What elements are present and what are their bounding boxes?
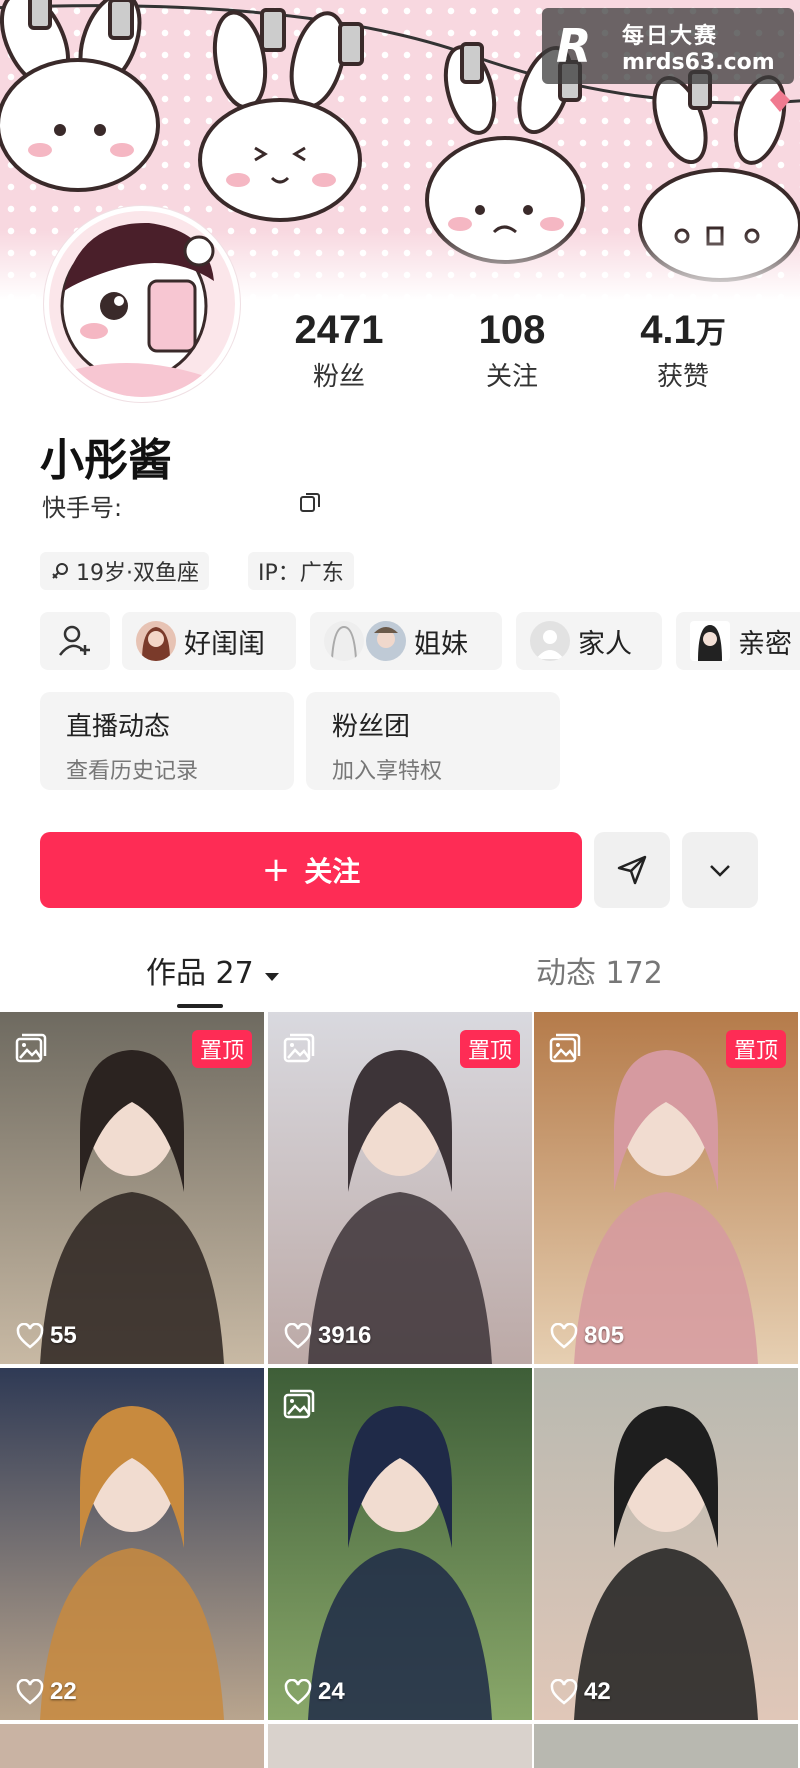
following-label: 关注	[485, 362, 538, 392]
heart-icon	[284, 1679, 312, 1705]
grid-item[interactable]	[0, 1724, 264, 1768]
friend-avatar	[136, 621, 176, 661]
more-button[interactable]	[682, 832, 758, 908]
tab-underline	[177, 1004, 223, 1008]
watermark-title: 每日大赛	[622, 23, 719, 49]
watermark-url: mrds63.com	[622, 49, 775, 75]
stat-following[interactable]: 108 关注	[437, 306, 587, 393]
tag-ip: IP：广东	[248, 552, 354, 590]
following-count: 108	[478, 308, 546, 352]
relation-sister-label: 姐妹	[414, 628, 468, 660]
relation-family-label: 家人	[578, 628, 632, 660]
family-avatar-placeholder	[530, 621, 570, 661]
heart-icon	[284, 1323, 312, 1349]
live-history-card[interactable]: 直播动态 查看历史记录	[40, 692, 294, 790]
grid-item-likes: 805	[550, 1322, 624, 1350]
grid-item-likes: 42	[550, 1678, 611, 1706]
add-user-icon	[59, 625, 90, 656]
grid-item[interactable]: 置顶 3916	[268, 1012, 532, 1364]
tab-works[interactable]: 作品 27	[146, 948, 281, 992]
ip-text: IP：广东	[258, 561, 344, 586]
image-post-icon	[14, 1032, 48, 1066]
fan-group-card[interactable]: 粉丝团 加入享特权	[306, 692, 560, 790]
followers-count: 2471	[294, 308, 384, 352]
likes-count: 805	[584, 1322, 625, 1349]
live-card-title: 直播动态	[66, 712, 171, 742]
tab-works-label: 作品 27	[146, 956, 254, 991]
fan-card-sub: 加入享特权	[332, 759, 443, 784]
grid-thumbnail	[0, 1368, 264, 1720]
chevron-down-icon	[710, 865, 730, 877]
likes-count: 4.1	[640, 308, 696, 352]
fan-card-title: 粉丝团	[332, 712, 411, 742]
grid-thumbnail	[534, 1368, 798, 1720]
send-icon	[617, 855, 647, 885]
add-friend-button[interactable]	[40, 612, 110, 670]
relation-friend-label: 好闺闺	[184, 628, 265, 660]
relation-family[interactable]: 家人	[516, 612, 662, 670]
grid-item[interactable]: 置顶 805	[534, 1012, 798, 1364]
relation-close-label: 亲密	[738, 628, 792, 660]
avatar-illustration	[49, 211, 235, 397]
watermark-logo-icon: R	[556, 19, 592, 73]
kuaishou-id: 快手号:	[42, 488, 122, 523]
grid-item-likes: 55	[16, 1322, 77, 1350]
image-post-icon	[282, 1388, 316, 1422]
grid-item-likes: 22	[16, 1678, 77, 1706]
tab-moments-label: 动态 172	[536, 956, 663, 991]
grid-item-likes: 24	[284, 1678, 345, 1706]
likes-unit: 万	[695, 316, 726, 351]
grid-item[interactable]: 22	[0, 1368, 264, 1720]
caret-down-icon	[265, 973, 280, 981]
pinned-badge: 置顶	[725, 1030, 786, 1068]
heart-icon	[550, 1679, 578, 1705]
heart-icon	[16, 1323, 44, 1349]
likes-count: 22	[50, 1678, 77, 1705]
tag-age-sign: 19岁·双鱼座	[40, 552, 209, 590]
heart-icon	[16, 1679, 44, 1705]
followers-label: 粉丝	[312, 362, 365, 392]
sister-avatar-1	[324, 621, 364, 661]
pinned-badge: 置顶	[191, 1030, 252, 1068]
follow-label: 关注	[304, 855, 361, 888]
heart-icon	[550, 1323, 578, 1349]
tab-moments[interactable]: 动态 172	[536, 948, 663, 992]
avatar[interactable]	[44, 206, 240, 402]
grid-item[interactable]: 24	[268, 1368, 532, 1720]
copy-icon[interactable]	[298, 490, 322, 514]
stat-followers[interactable]: 2471 粉丝	[264, 306, 414, 393]
likes-count: 55	[50, 1322, 77, 1349]
sister-avatar-2	[366, 621, 406, 661]
relation-sister[interactable]: 姐妹	[310, 612, 502, 670]
plus-icon: +	[261, 850, 291, 890]
pinned-badge: 置顶	[459, 1030, 520, 1068]
message-button[interactable]	[594, 832, 670, 908]
likes-label: 获赞	[656, 362, 709, 392]
live-card-sub: 查看历史记录	[66, 759, 199, 784]
likes-count: 42	[584, 1678, 611, 1705]
relation-close[interactable]: 亲密	[676, 612, 800, 670]
grid-item-likes: 3916	[284, 1322, 371, 1350]
profile-name: 小彤酱	[40, 435, 172, 486]
kuaishou-id-label: 快手号:	[42, 494, 123, 522]
watermark: R 每日大赛 mrds63.com	[542, 8, 794, 84]
image-post-icon	[282, 1032, 316, 1066]
female-icon	[52, 563, 68, 579]
age-sign-text: 19岁·双鱼座	[76, 561, 199, 586]
likes-count: 3916	[318, 1322, 372, 1349]
grid-item[interactable]	[268, 1724, 532, 1768]
close-avatar	[690, 621, 730, 661]
grid-item[interactable]: 42	[534, 1368, 798, 1720]
likes-count: 24	[318, 1678, 345, 1705]
follow-button[interactable]: + 关注	[40, 832, 582, 908]
grid-item[interactable]	[534, 1724, 798, 1768]
relation-friend[interactable]: 好闺闺	[122, 612, 296, 670]
grid-item[interactable]: 置顶 55	[0, 1012, 264, 1364]
stat-likes[interactable]: 4.1万 获赞	[608, 306, 758, 393]
image-post-icon	[548, 1032, 582, 1066]
